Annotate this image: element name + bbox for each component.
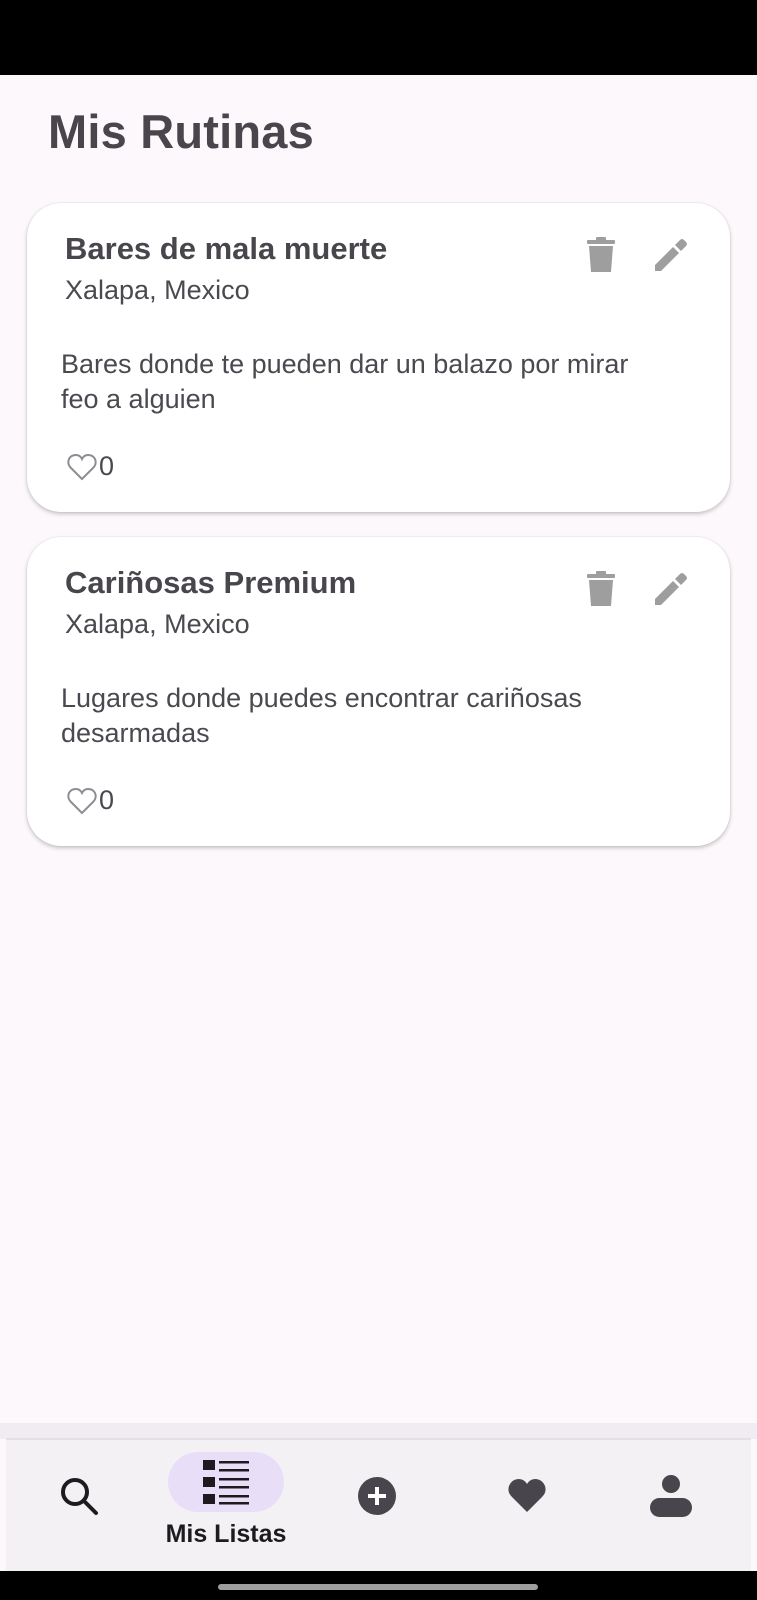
home-gesture-handle[interactable] — [218, 1584, 538, 1590]
status-bar — [0, 0, 757, 75]
routine-title: Cariñosas Premium — [65, 565, 357, 600]
pencil-icon — [655, 239, 687, 271]
heart-outline-icon[interactable] — [67, 452, 97, 482]
pencil-icon — [655, 573, 687, 605]
page-title: Mis Rutinas — [48, 105, 314, 158]
delete-button[interactable] — [579, 567, 623, 611]
routine-card[interactable]: Bares de mala muerte Xalapa, Mexico Bare… — [27, 203, 730, 512]
trash-icon — [587, 571, 615, 606]
routine-title: Bares de mala muerte — [65, 231, 388, 266]
edit-button[interactable] — [649, 233, 693, 277]
list-icon — [203, 1460, 249, 1505]
likes-counter[interactable]: 0 — [67, 451, 114, 482]
trash-icon — [587, 237, 615, 272]
nav-profile[interactable] — [606, 1440, 736, 1570]
edit-button[interactable] — [649, 567, 693, 611]
likes-count: 0 — [99, 451, 115, 481]
routine-card[interactable]: Cariñosas Premium Xalapa, Mexico Lugares… — [27, 537, 730, 846]
nav-search[interactable] — [14, 1440, 144, 1570]
likes-counter[interactable]: 0 — [67, 785, 114, 816]
delete-button[interactable] — [579, 233, 623, 277]
nav-add[interactable] — [312, 1440, 442, 1570]
bottom-navigation: Mis Listas — [6, 1438, 751, 1571]
bottom-nav-divider — [0, 1423, 757, 1439]
nav-label: Mis Listas — [165, 1520, 287, 1548]
system-gesture-bar — [0, 1571, 757, 1600]
nav-mis-listas[interactable]: Mis Listas — [161, 1440, 291, 1570]
person-icon — [650, 1475, 692, 1517]
routine-location: Xalapa, Mexico — [65, 609, 250, 639]
routine-description: Bares donde te pueden dar un balazo por … — [61, 349, 629, 414]
add-circle-icon — [358, 1477, 396, 1515]
routine-description: Lugares donde puedes encontrar cariñosas… — [61, 683, 582, 748]
active-indicator — [168, 1452, 284, 1512]
heart-icon — [508, 1479, 546, 1512]
routine-location: Xalapa, Mexico — [65, 275, 250, 305]
likes-count: 0 — [99, 785, 115, 815]
nav-favorites[interactable] — [462, 1440, 592, 1570]
heart-outline-icon[interactable] — [67, 786, 97, 816]
search-icon — [61, 1478, 98, 1515]
